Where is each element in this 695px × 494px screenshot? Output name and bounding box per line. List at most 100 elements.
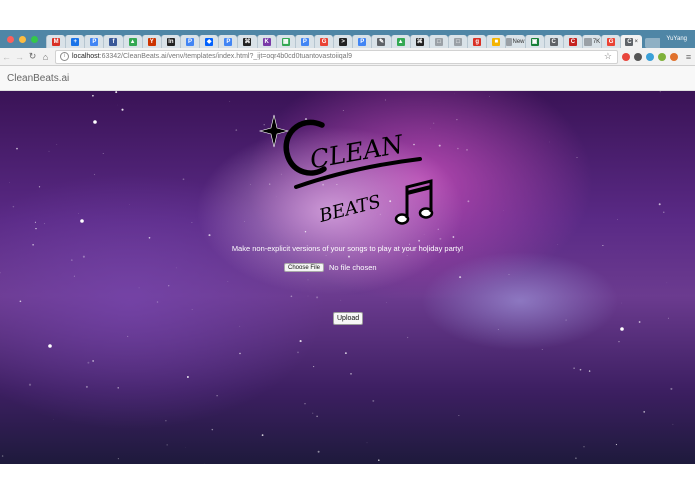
tab-strip: M + Pf ▲ Y In P ◆ P ⌘ K ▦ P G > P ✎ ▲ ⌘ □ □ g ■ New ▣ C C 7K G C × YuY… [0, 30, 695, 48]
profile-name[interactable]: YuYang [666, 36, 687, 42]
tab-favicon-icon: ✎ [377, 37, 386, 46]
back-icon[interactable]: ← [0, 52, 13, 62]
tab-favicon-icon: f [109, 37, 118, 46]
site-navbar: CleanBeats.ai [0, 66, 695, 91]
tab-favicon-icon: ▲ [128, 37, 137, 46]
tab-favicon-icon: P [224, 37, 233, 46]
browser-tab[interactable]: P [294, 35, 314, 48]
browser-tab[interactable]: ⌘ [409, 35, 429, 48]
tab-favicon-icon: M [52, 37, 61, 46]
zoom-window-icon[interactable] [31, 35, 38, 43]
brand-link[interactable]: CleanBeats.ai [7, 73, 69, 84]
tab-favicon-icon: C [625, 37, 634, 46]
file-picker: Choose File No file chosen [284, 263, 377, 272]
browser-tab[interactable]: C [543, 35, 563, 48]
browser-tab[interactable]: M [46, 35, 66, 48]
browser-toolbar: ← → ↻ ⌂ i localhost :63342/CleanBeats.ai… [0, 48, 695, 66]
tab-favicon-icon: Y [147, 37, 156, 46]
extension-moon-icon[interactable] [634, 52, 642, 61]
browser-tab[interactable]: 7K [581, 35, 602, 48]
browser-tab[interactable]: P [179, 35, 200, 48]
browser-tab[interactable]: New [505, 35, 525, 48]
tab-favicon-icon: ▲ [396, 37, 405, 46]
tab-favicon-icon: In [166, 37, 175, 46]
tab-favicon-icon [583, 37, 592, 46]
browser-tab[interactable]: ◆ [199, 35, 219, 48]
tab-favicon-icon: P [300, 37, 309, 46]
browser-tab[interactable]: □ [447, 35, 468, 48]
browser-tab[interactable]: P [84, 35, 104, 48]
logo-beats-text: BEATS [316, 191, 383, 227]
tab-label: 7K [592, 38, 601, 45]
tab-favicon-icon: □ [434, 37, 443, 46]
browser-tab[interactable]: + [65, 35, 85, 48]
window-controls [7, 35, 38, 43]
page-content: CLEAN BEATS Make non-explicit versions o… [0, 91, 695, 464]
browser-tab[interactable]: ✎ [371, 35, 391, 48]
tab-favicon-icon: ▣ [530, 37, 539, 46]
file-status-text: No file chosen [329, 263, 377, 272]
new-tab-button[interactable] [645, 38, 661, 48]
minimize-window-icon[interactable] [19, 35, 26, 43]
tab-favicon-icon: ◆ [205, 37, 214, 46]
reload-icon[interactable]: ↻ [26, 51, 39, 62]
url-path: :63342/CleanBeats.ai/venv/templates/inde… [99, 53, 352, 60]
browser-tab[interactable]: G [601, 35, 621, 48]
url-host: localhost [72, 53, 100, 60]
bookmark-star-icon[interactable]: ☆ [604, 51, 612, 62]
browser-tab[interactable]: P [352, 35, 372, 48]
tab-list: M + Pf ▲ Y In P ◆ P ⌘ K ▦ P G > P ✎ ▲ ⌘ □ □ g ■ New ▣ C C 7K G C × [46, 30, 661, 48]
choose-file-button[interactable]: Choose File [284, 263, 325, 272]
browser-tab[interactable]: C × [620, 35, 643, 48]
browser-tab[interactable]: G [313, 35, 334, 48]
browser-tab[interactable]: ▦ [275, 35, 295, 48]
sparkle-icon [258, 114, 290, 148]
browser-tab[interactable]: g [467, 35, 487, 48]
close-window-icon[interactable] [7, 35, 14, 43]
extension-opera-icon[interactable] [622, 52, 630, 61]
music-note-icon [394, 179, 434, 225]
tab-favicon-icon: C [568, 37, 577, 46]
tab-favicon-icon: ▦ [281, 37, 290, 46]
browser-tab[interactable]: ⌘ [237, 35, 257, 48]
upload-button[interactable]: Upload [333, 312, 364, 325]
browser-tab[interactable]: ▣ [524, 35, 544, 48]
menu-icon[interactable]: ≡ [682, 52, 695, 62]
tab-favicon-icon: + [71, 37, 80, 46]
tab-favicon-icon: > [339, 37, 348, 46]
tab-favicon-icon: G [607, 37, 616, 46]
address-bar[interactable]: i localhost :63342/CleanBeats.ai/venv/te… [55, 49, 618, 64]
tab-favicon-icon: □ [454, 37, 463, 46]
tab-label: × [634, 38, 638, 45]
browser-tab[interactable]: ■ [486, 35, 506, 48]
tab-favicon-icon [506, 37, 512, 46]
browser-tab[interactable]: f [103, 35, 123, 48]
info-icon[interactable]: i [60, 52, 69, 61]
tab-favicon-icon: ■ [492, 37, 501, 46]
tab-favicon-icon: C [549, 37, 558, 46]
browser-tab[interactable]: ▲ [122, 35, 142, 48]
logo-clean-text: CLEAN [308, 129, 407, 174]
tab-favicon-icon: g [473, 37, 482, 46]
tab-favicon-icon: P [186, 37, 195, 46]
browser-tab[interactable]: C [562, 35, 582, 48]
tagline: Make non-explicit versions of your songs… [231, 244, 464, 253]
browser-tab[interactable]: Y [141, 35, 161, 48]
tab-favicon-icon: P [90, 37, 99, 46]
tab-favicon-icon: K [262, 37, 271, 46]
home-icon[interactable]: ⌂ [39, 52, 52, 62]
tab-favicon-icon: ⌘ [415, 37, 424, 46]
browser-tab[interactable]: P [218, 35, 238, 48]
galaxy-background: CLEAN BEATS Make non-explicit versions o… [0, 91, 695, 464]
browser-tab[interactable]: □ [428, 35, 448, 48]
browser-tab[interactable]: In [160, 35, 180, 48]
cleanbeats-logo: CLEAN BEATS [258, 114, 434, 227]
browser-tab[interactable]: ▲ [390, 35, 410, 48]
forward-icon[interactable]: → [13, 52, 26, 62]
browser-tab[interactable]: K [256, 35, 276, 48]
browser-tab[interactable]: > [333, 35, 353, 48]
browser-window: M + Pf ▲ Y In P ◆ P ⌘ K ▦ P G > P ✎ ▲ ⌘ □ □ g ■ New ▣ C C 7K G C × YuY… [0, 30, 695, 464]
extension-pin-icon[interactable] [646, 52, 654, 61]
extension-brave-icon[interactable] [670, 52, 678, 61]
extension-leaf-icon[interactable] [658, 52, 666, 61]
